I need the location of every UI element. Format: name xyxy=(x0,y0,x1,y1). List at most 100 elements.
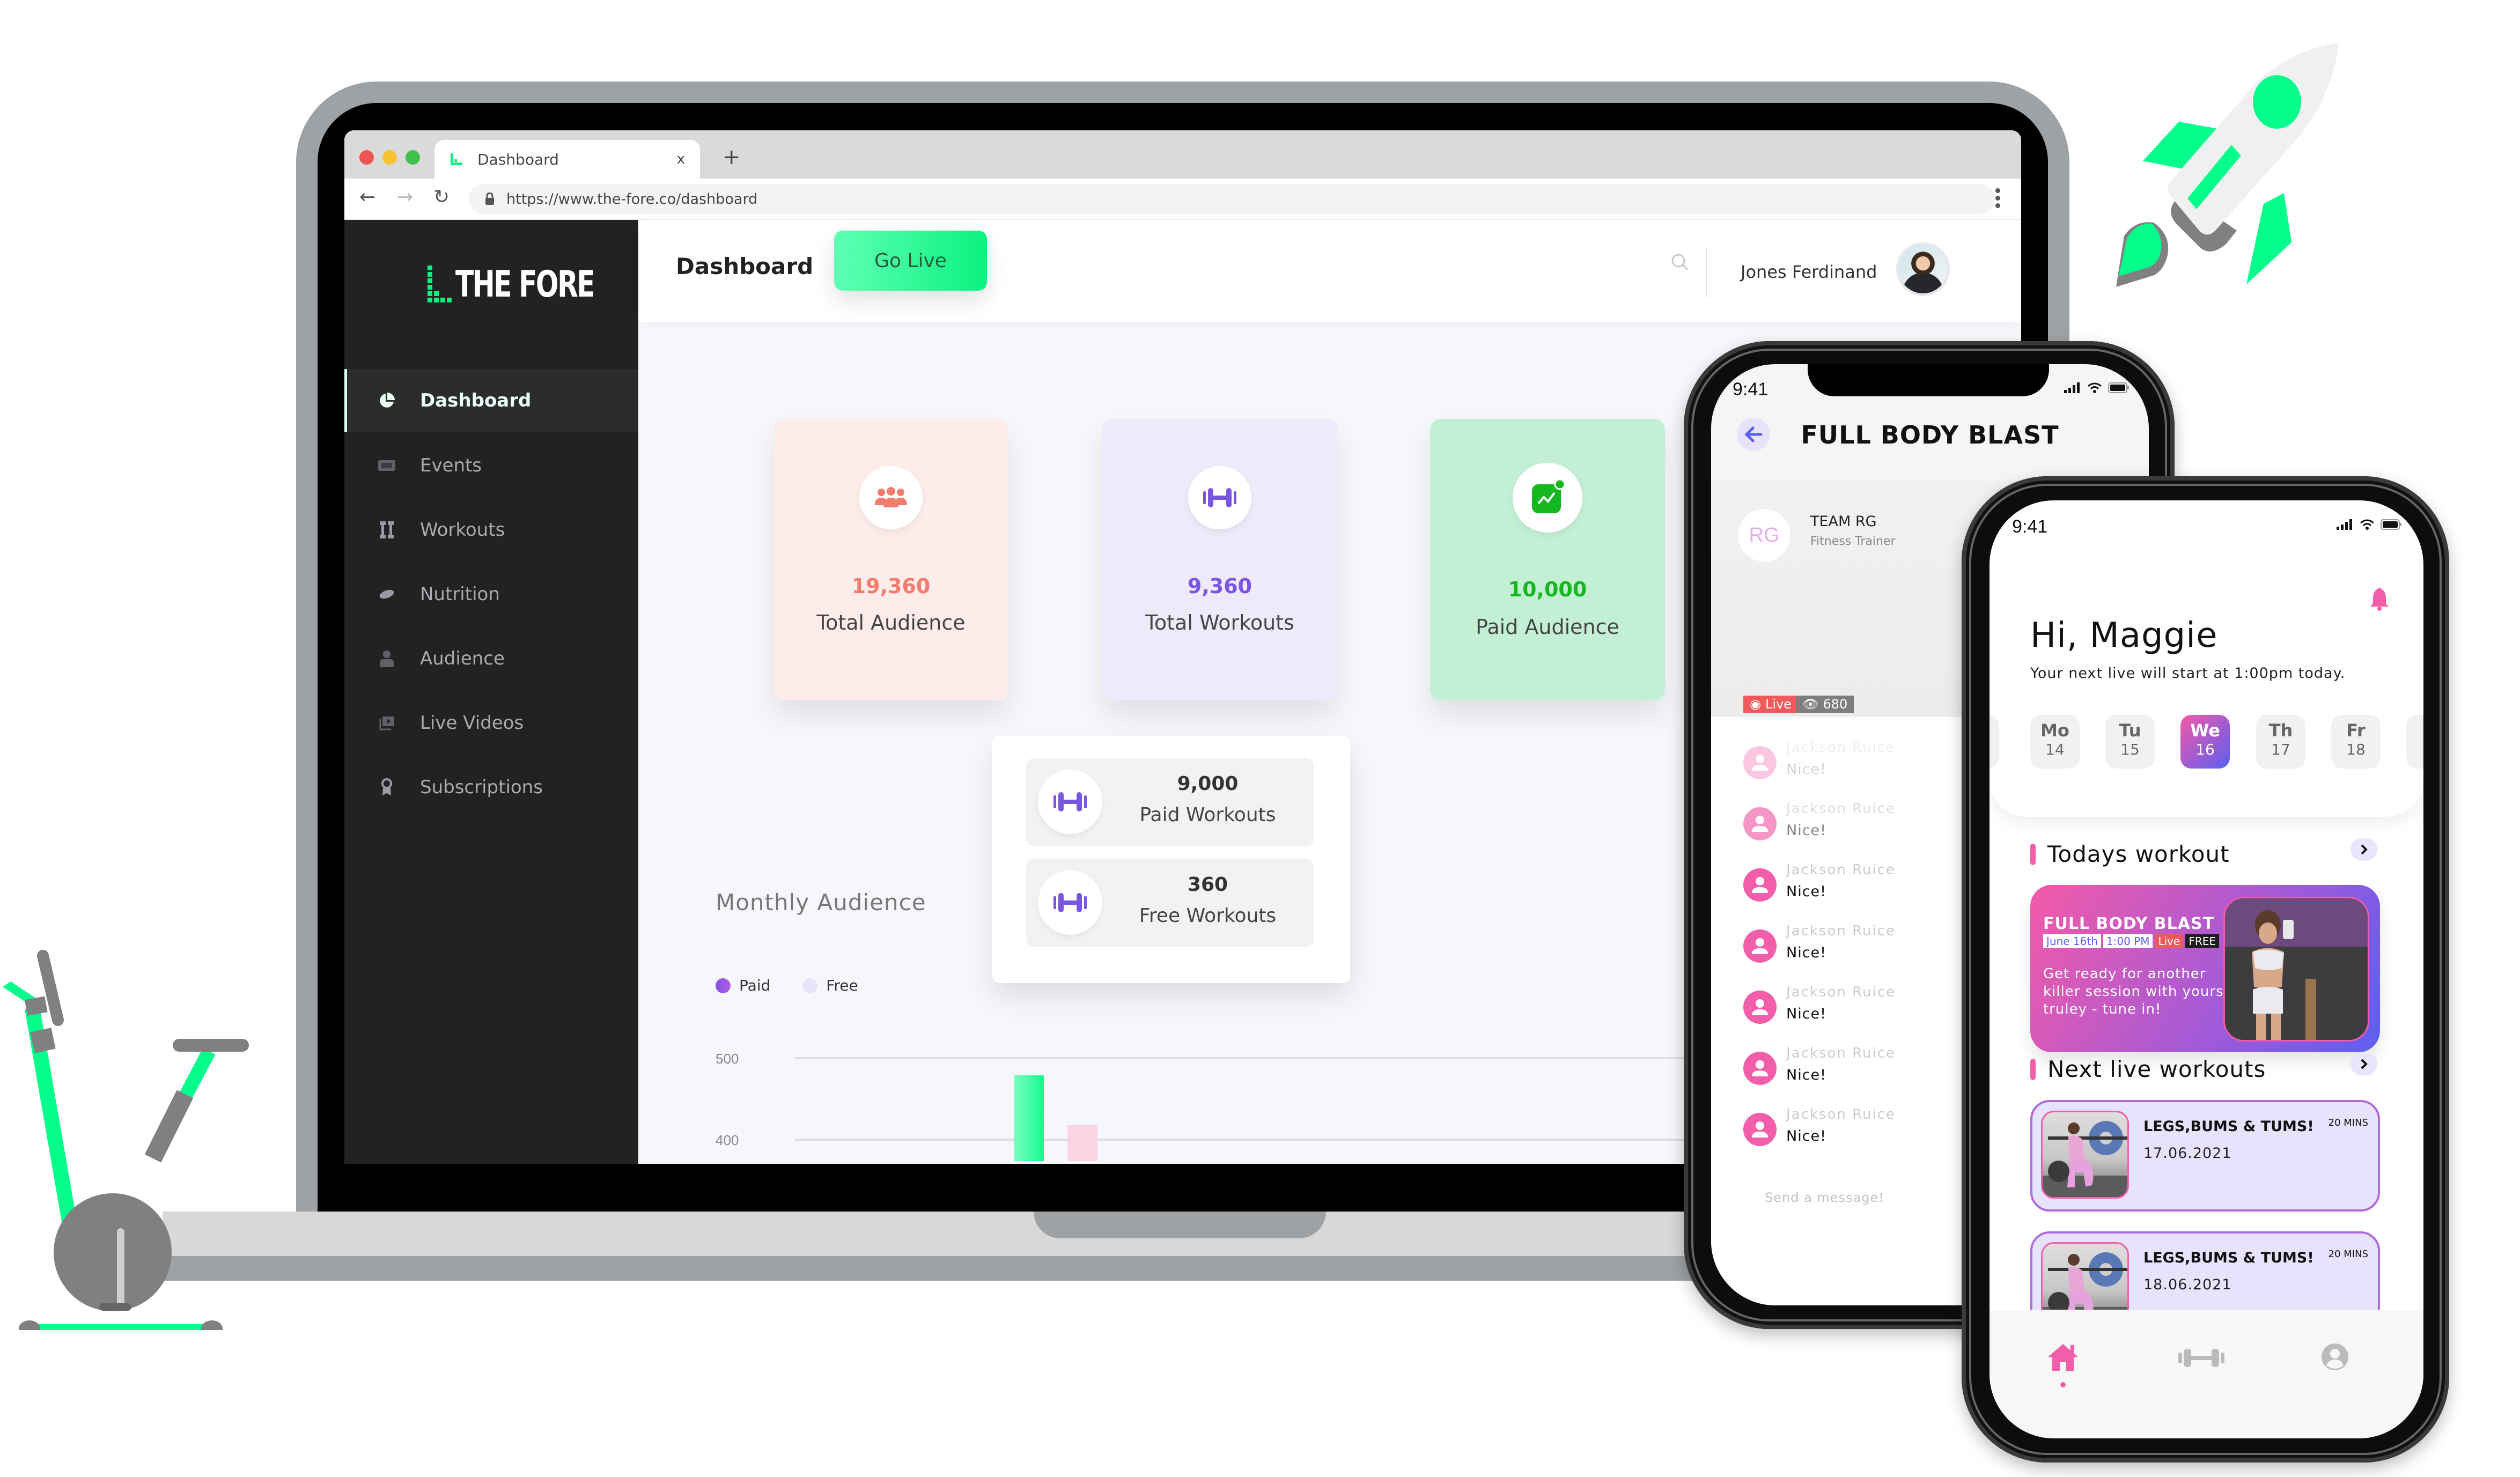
day-item[interactable]: Fr 18 xyxy=(2331,715,2381,769)
forward-arrow-icon[interactable]: → xyxy=(397,186,413,208)
reload-icon[interactable]: ↻ xyxy=(433,186,450,208)
todays-workout-more-button[interactable] xyxy=(2350,838,2377,861)
next-workouts-more-button[interactable] xyxy=(2350,1053,2377,1075)
section-title: Todays workout xyxy=(2047,841,2230,867)
dumbbell-icon xyxy=(1038,870,1102,935)
sidebar-item-label: Audience xyxy=(420,648,505,669)
legend-label: Paid xyxy=(739,977,771,994)
search-icon[interactable] xyxy=(1671,253,1689,274)
active-indicator xyxy=(2060,1382,2066,1387)
price-tag: FREE xyxy=(2185,934,2220,948)
stat-card-total-audience[interactable]: 19,360 Total Audience xyxy=(773,419,1008,700)
close-window-button[interactable] xyxy=(359,150,374,165)
chat-avatar-icon xyxy=(1743,746,1777,779)
browser-menu-icon[interactable] xyxy=(1995,188,2001,208)
sidebar-item-audience[interactable]: Audience xyxy=(344,626,638,691)
stat-card-paid-audience[interactable]: 10,000 Paid Audience xyxy=(1430,419,1665,700)
trainer-name: TEAM RG xyxy=(1810,513,1877,530)
stat-label: Paid Audience xyxy=(1476,615,1619,639)
todays-workout-card[interactable]: FULL BODY BLAST June 16th 1:00 PM Live F… xyxy=(2030,885,2380,1052)
workout-label: Free Workouts xyxy=(1139,905,1277,927)
back-arrow-icon[interactable]: ← xyxy=(359,186,375,208)
tab-title: Dashboard xyxy=(477,150,559,168)
rocket-illustration xyxy=(2116,43,2339,287)
nav-home-tab[interactable] xyxy=(2046,1342,2080,1375)
day-item-next[interactable] xyxy=(2406,715,2423,769)
browser-tab[interactable]: Dashboard x xyxy=(434,140,700,179)
day-item[interactable]: Mo 14 xyxy=(2030,715,2080,769)
day-name: Tu xyxy=(2119,720,2141,741)
sidebar-item-workouts[interactable]: Workouts xyxy=(344,498,638,562)
stat-card-total-workouts[interactable]: 9,360 Total Workouts xyxy=(1102,419,1337,700)
nav-workouts-tab[interactable] xyxy=(2177,1347,2226,1371)
chart-legend: Paid Free xyxy=(716,977,858,994)
chat-sender: Jackson Ruice xyxy=(1786,984,1896,1000)
next-live-subtitle: Your next live will start at 1:00pm toda… xyxy=(2030,665,2346,682)
workout-title: LEGS,BUMS & TUMS! xyxy=(2143,1250,2314,1266)
legend-swatch xyxy=(802,978,818,993)
sidebar-item-dashboard[interactable]: Dashboard xyxy=(344,369,638,432)
chat-avatar-icon xyxy=(1743,1052,1777,1085)
chat-text: Nice! xyxy=(1786,1128,1826,1144)
nav-profile-tab[interactable] xyxy=(2321,1343,2349,1373)
legend-item-paid[interactable]: Paid xyxy=(716,977,770,994)
eye-icon: 👁 xyxy=(1802,697,1819,712)
live-badge: ◉ Live xyxy=(1743,696,1798,713)
legend-item-free[interactable]: Free xyxy=(802,977,858,994)
phone-home: 9:41 Hi, Maggie Your next live will star… xyxy=(1962,476,2449,1463)
header-divider xyxy=(1706,247,1707,298)
close-tab-button[interactable]: x xyxy=(677,151,685,167)
section-marker xyxy=(2030,843,2036,865)
award-icon xyxy=(378,778,396,796)
workout-count: 9,000 xyxy=(1177,773,1239,795)
chevron-right-icon xyxy=(2361,844,2368,855)
day-item-previous[interactable] xyxy=(1990,715,1999,769)
chat-text: Nice! xyxy=(1786,822,1826,839)
sidebar-item-nutrition[interactable]: Nutrition xyxy=(344,562,638,626)
brand-logo[interactable]: THE FORE xyxy=(428,265,624,303)
chat-avatar-icon xyxy=(1743,807,1777,840)
chat-avatar-icon xyxy=(1743,1113,1777,1146)
minimize-window-button[interactable] xyxy=(382,150,397,165)
day-item[interactable]: Tu 15 xyxy=(2105,715,2155,769)
workout-description: Get ready for another killer session wit… xyxy=(2043,966,2224,1017)
next-workout-card[interactable]: LEGS,BUMS & TUMS! 20 MINS 17.06.2021 xyxy=(2030,1100,2380,1212)
chart-title: Monthly Audience xyxy=(716,889,926,915)
day-selector: Mo 14 Tu 15 We 16 Th 17 Fr 18 xyxy=(1990,715,2423,790)
sidebar-item-live-videos[interactable]: Live Videos xyxy=(344,691,638,755)
free-workouts-row[interactable]: 360 Free Workouts xyxy=(1026,859,1314,947)
chat-avatar-icon xyxy=(1743,868,1777,902)
sidebar-item-events[interactable]: Events xyxy=(344,433,638,498)
greeting: Hi, Maggie xyxy=(2030,616,2218,655)
status-icons xyxy=(2337,519,2402,530)
status-icons xyxy=(2064,382,2130,393)
notification-bell-icon[interactable] xyxy=(2369,586,2390,613)
pie-chart-icon xyxy=(378,392,396,410)
user-avatar[interactable] xyxy=(1896,242,1950,296)
day-date: 15 xyxy=(2120,741,2140,758)
workout-title: LEGS,BUMS & TUMS! xyxy=(2143,1118,2314,1135)
live-dot-icon: ◉ xyxy=(1750,697,1761,712)
chat-avatar-icon xyxy=(1743,929,1777,963)
chat-text: Nice! xyxy=(1786,1006,1826,1022)
new-tab-button[interactable]: + xyxy=(723,146,741,168)
bar-free[interactable] xyxy=(1067,1125,1097,1161)
day-item-selected[interactable]: We 16 xyxy=(2180,715,2230,769)
sidebar-item-label: Live Videos xyxy=(420,712,524,734)
bar-paid[interactable] xyxy=(1014,1075,1044,1161)
sidebar-item-subscriptions[interactable]: Subscriptions xyxy=(344,755,638,819)
paid-workouts-row[interactable]: 9,000 Paid Workouts xyxy=(1026,758,1314,846)
trainer-logo: RG xyxy=(1738,509,1790,562)
url-input[interactable]: https://www.the-fore.co/dashboard xyxy=(469,184,1995,214)
y-tick-label: 500 xyxy=(716,1051,739,1067)
page-title: Dashboard xyxy=(676,253,814,279)
home-icon xyxy=(2048,1344,2078,1371)
user-name[interactable]: Jones Ferdinand xyxy=(1741,262,1877,282)
day-item[interactable]: Th 17 xyxy=(2256,715,2305,769)
message-input[interactable]: Send a message! xyxy=(1765,1190,1884,1205)
workout-date: 17.06.2021 xyxy=(2143,1145,2232,1162)
go-live-button[interactable]: Go Live xyxy=(834,231,987,291)
maximize-window-button[interactable] xyxy=(406,150,420,165)
chat-text: Nice! xyxy=(1786,761,1826,778)
chevron-right-icon xyxy=(2361,1059,2368,1069)
